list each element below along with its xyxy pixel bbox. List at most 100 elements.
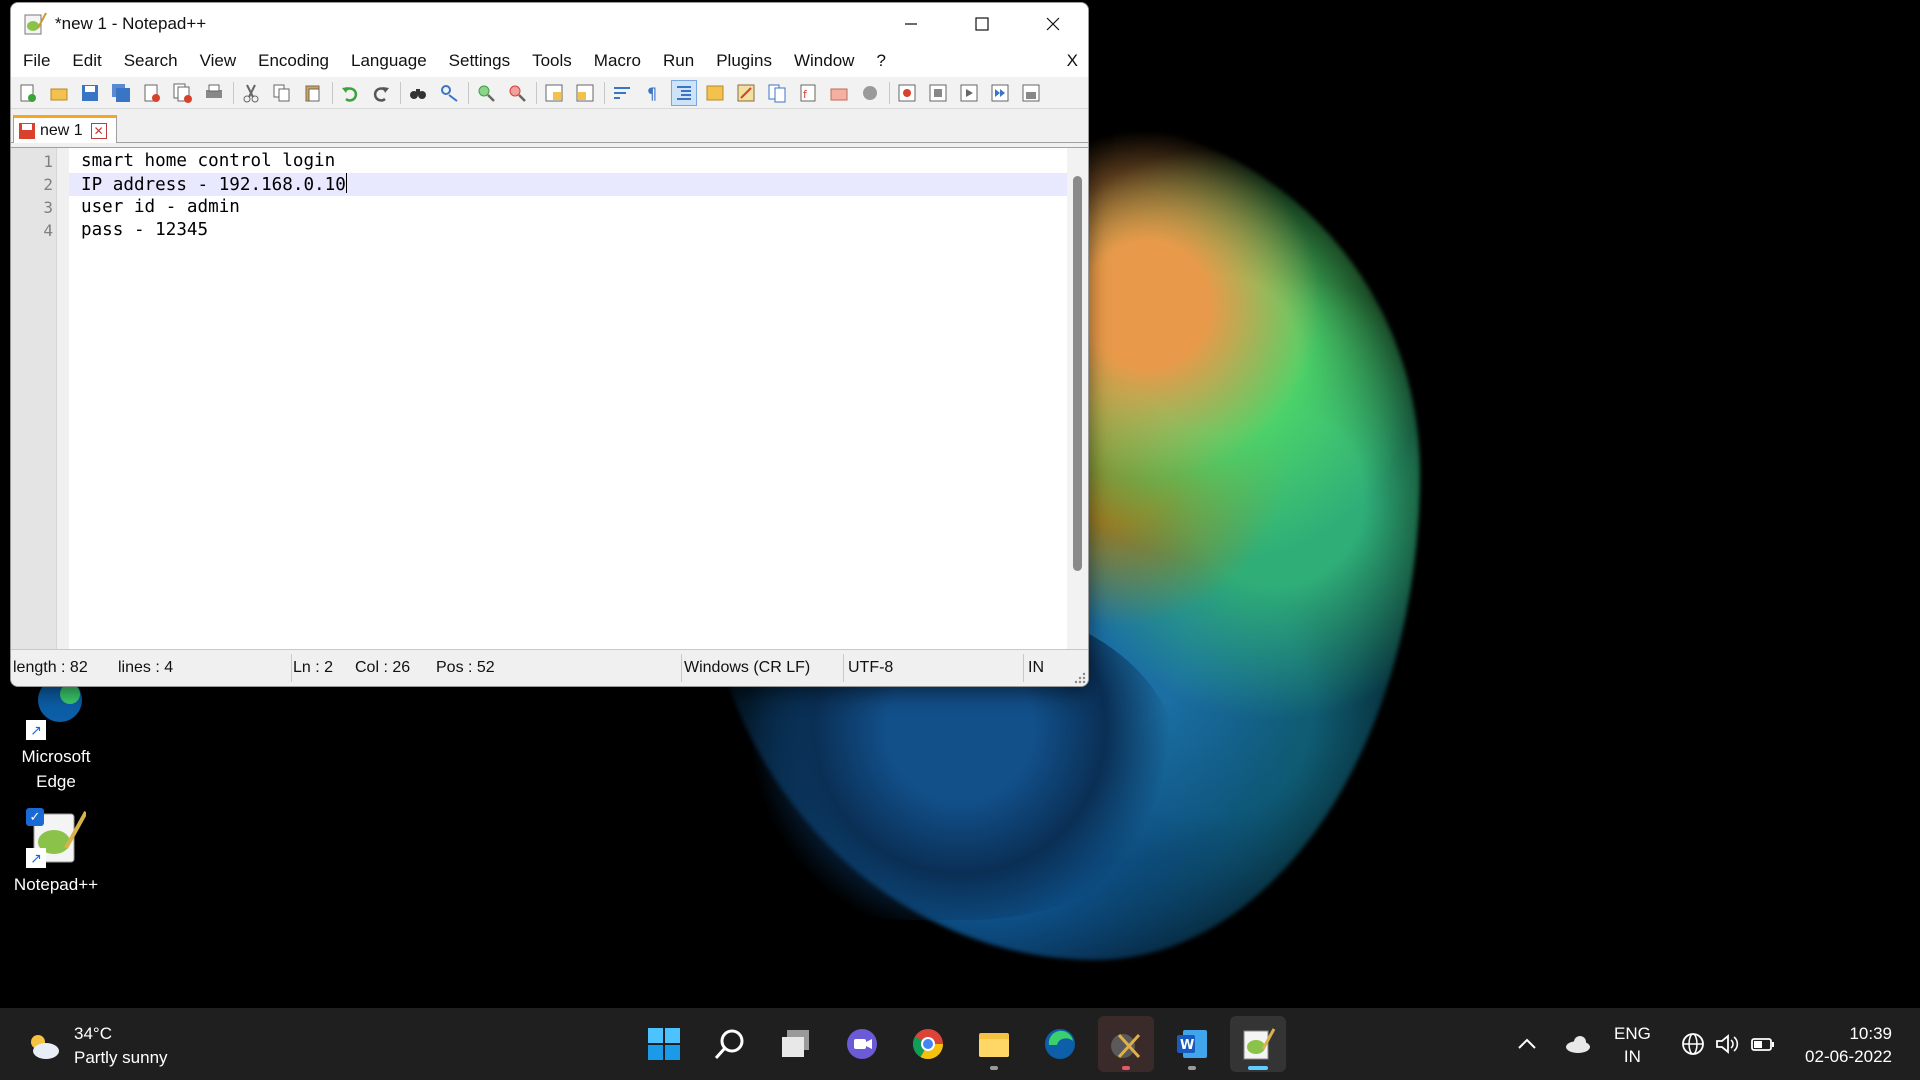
taskbar-chrome-button[interactable] [900, 1016, 956, 1072]
sync-vertical-button[interactable] [541, 80, 567, 106]
tab-close-icon[interactable]: ✕ [90, 122, 107, 139]
notepad-plus-plus-window[interactable]: *new 1 - Notepad++ File Edit Search View… [10, 2, 1089, 687]
input-language-indicator[interactable]: ENG IN [1614, 1022, 1651, 1068]
undo-button[interactable] [337, 80, 363, 106]
tab-new-1[interactable]: new 1 ✕ [13, 115, 117, 143]
new-file-button[interactable] [15, 80, 41, 106]
print-button[interactable] [201, 80, 227, 106]
menu-tools[interactable]: Tools [532, 51, 572, 71]
document-map-button[interactable] [733, 80, 759, 106]
zoom-out-button[interactable] [504, 80, 530, 106]
status-encoding[interactable]: UTF-8 [848, 659, 893, 677]
close-button[interactable] [1017, 3, 1088, 45]
copy-icon [273, 84, 290, 101]
undo-icon [342, 86, 358, 102]
show-hidden-icons-button[interactable] [1516, 1008, 1538, 1080]
menu-plugins[interactable]: Plugins [716, 51, 772, 71]
monitoring-button[interactable] [857, 80, 883, 106]
binoculars-icon [410, 88, 426, 99]
notepad-plus-plus-app-icon [24, 12, 47, 35]
close-file-button[interactable] [139, 80, 165, 106]
weather-widget[interactable]: 34°C Partly sunny [26, 1022, 168, 1070]
menu-window[interactable]: Window [794, 51, 854, 71]
network-tray-button[interactable] [1680, 1008, 1706, 1080]
window-titlebar[interactable]: *new 1 - Notepad++ [11, 3, 1088, 45]
udl-icon [706, 85, 724, 100]
status-eol-format[interactable]: Windows (CR LF) [684, 659, 810, 677]
desktop-icon-notepad-plus-plus[interactable]: ✓ ↗ Notepad++ [6, 808, 106, 897]
indent-guide-button[interactable] [671, 79, 697, 106]
record-macro-button[interactable] [894, 80, 920, 106]
code-line[interactable]: pass - 12345 [81, 219, 208, 242]
user-defined-language-button[interactable] [702, 80, 728, 106]
menu-run[interactable]: Run [663, 51, 694, 71]
function-list-button[interactable]: f [795, 80, 821, 106]
code-line[interactable]: smart home control login [81, 150, 335, 173]
redo-icon [373, 86, 389, 102]
desktop-icon-microsoft-edge[interactable]: ↗ Microsoft Edge [6, 678, 106, 794]
menu-settings[interactable]: Settings [449, 51, 510, 71]
system-clock[interactable]: 10:39 02-06-2022 [1796, 1022, 1892, 1068]
menu-search[interactable]: Search [124, 51, 178, 71]
menu-language[interactable]: Language [351, 51, 427, 71]
taskbar-start-button[interactable] [636, 1016, 692, 1072]
onedrive-tray-button[interactable] [1564, 1008, 1592, 1080]
resize-grip-icon[interactable] [1074, 672, 1086, 684]
taskbar-notepad-plus-plus-button[interactable] [1230, 1016, 1286, 1072]
show-all-characters-button[interactable]: ¶ [640, 80, 666, 106]
code-line[interactable]: user id - admin [81, 196, 240, 219]
volume-tray-button[interactable] [1714, 1008, 1740, 1080]
word-wrap-button[interactable] [609, 80, 635, 106]
document-list-button[interactable] [764, 80, 790, 106]
copy-button[interactable] [269, 80, 295, 106]
fold-margin[interactable] [57, 148, 69, 651]
vertical-scrollbar[interactable] [1067, 148, 1088, 651]
save-all-button[interactable] [108, 80, 134, 106]
close-icon [1046, 17, 1059, 31]
stop-macro-button[interactable] [925, 80, 951, 106]
weather-temperature: 34°C [74, 1024, 112, 1043]
open-file-button[interactable] [46, 80, 72, 106]
taskbar-edge-button[interactable] [1032, 1016, 1088, 1072]
scrollbar-thumb[interactable] [1073, 176, 1082, 571]
sync-horizontal-button[interactable] [572, 80, 598, 106]
menu-encoding[interactable]: Encoding [258, 51, 329, 71]
battery-tray-button[interactable] [1750, 1008, 1776, 1080]
taskbar-file-explorer-button[interactable] [966, 1016, 1022, 1072]
menu-edit[interactable]: Edit [72, 51, 101, 71]
indent-guide-icon [677, 85, 691, 100]
menu-macro[interactable]: Macro [594, 51, 641, 71]
volume-icon [1716, 1034, 1739, 1054]
run-macro-multiple-button[interactable] [987, 80, 1013, 106]
status-insert-mode[interactable]: IN [1028, 659, 1044, 677]
taskbar-word-button[interactable]: W [1164, 1016, 1220, 1072]
redo-button[interactable] [368, 80, 394, 106]
maximize-button[interactable] [946, 3, 1017, 45]
close-all-button[interactable] [170, 80, 196, 106]
find-button[interactable] [405, 80, 431, 106]
play-macro-button[interactable] [956, 80, 982, 106]
text-editor[interactable]: 1 2 3 4 smart home control login IP addr… [11, 147, 1088, 651]
save-button[interactable] [77, 80, 103, 106]
pilcrow-icon: ¶ [647, 84, 657, 103]
zoom-in-button[interactable] [473, 80, 499, 106]
menu-view[interactable]: View [200, 51, 237, 71]
line-number-gutter: 1 2 3 4 [11, 148, 57, 651]
taskbar-teams-chat-button[interactable] [834, 1016, 890, 1072]
folder-as-workspace-button[interactable] [826, 80, 852, 106]
menu-help[interactable]: ? [876, 51, 885, 71]
minimize-button[interactable] [875, 3, 946, 45]
code-line-current[interactable]: IP address - 192.168.0.10 [81, 173, 347, 196]
taskbar-snipping-tool-button[interactable] [1098, 1016, 1154, 1072]
taskbar-task-view-button[interactable] [768, 1016, 824, 1072]
replace-button[interactable] [436, 80, 462, 106]
taskbar-search-button[interactable] [702, 1016, 758, 1072]
cut-button[interactable] [238, 80, 264, 106]
paste-button[interactable] [300, 80, 326, 106]
menu-file[interactable]: File [23, 51, 50, 71]
selected-check-icon: ✓ [26, 808, 44, 826]
svg-text:W: W [1180, 1038, 1194, 1053]
save-macro-button[interactable] [1018, 80, 1044, 106]
stop-icon [929, 84, 947, 101]
close-document-button[interactable]: X [1067, 51, 1078, 71]
